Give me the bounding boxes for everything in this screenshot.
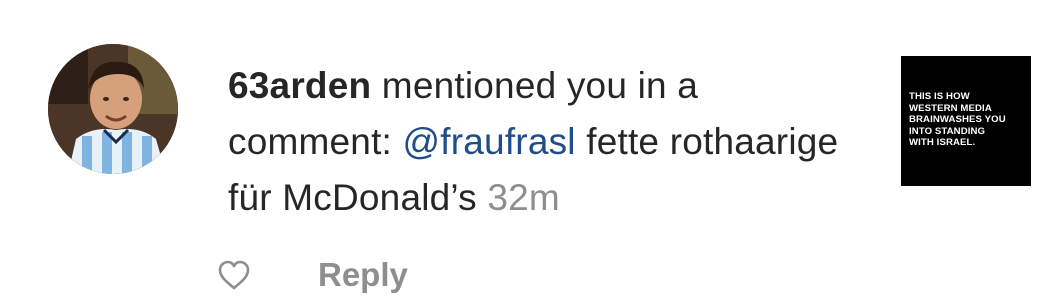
notification-actions: Reply — [216, 250, 408, 300]
heart-outline-icon — [218, 260, 250, 290]
like-button[interactable] — [216, 257, 252, 293]
avatar-image — [48, 44, 178, 174]
notification-message: 63arden mentioned you in a comment: @fra… — [228, 58, 868, 226]
username-link[interactable]: 63arden — [228, 65, 371, 106]
post-thumbnail[interactable]: THIS IS HOW WESTERN MEDIA BRAINWASHES YO… — [901, 56, 1031, 186]
reply-button[interactable]: Reply — [318, 256, 408, 294]
user-avatar[interactable] — [48, 44, 178, 174]
post-thumbnail-text: THIS IS HOW WESTERN MEDIA BRAINWASHES YO… — [909, 91, 1006, 149]
timestamp: 32m — [487, 177, 560, 218]
mention-notification: 63arden mentioned you in a comment: @fra… — [0, 0, 1054, 299]
mention-link[interactable]: @fraufrasl — [403, 121, 576, 162]
